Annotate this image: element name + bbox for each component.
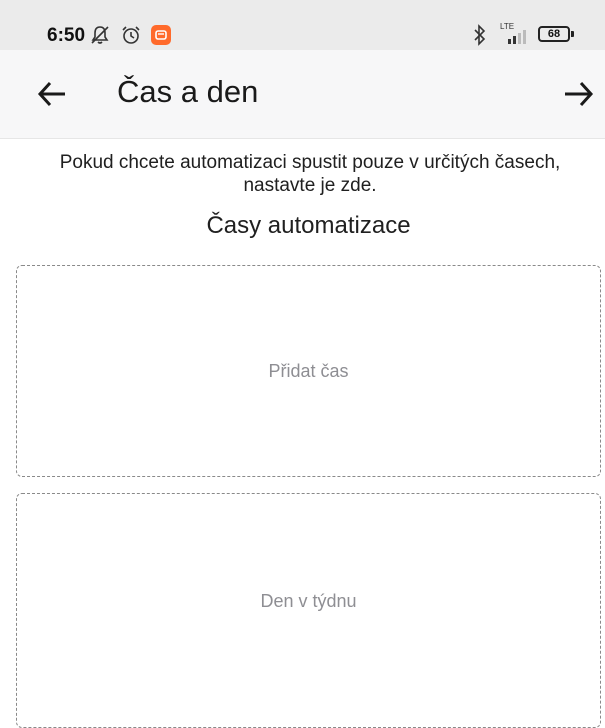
notification-app-icon — [151, 25, 171, 45]
weekday-label: Den v týdnu — [260, 591, 357, 611]
description-text: Pokud chcete automatizaci spustit pouze … — [59, 152, 561, 196]
arrow-right-icon — [565, 81, 594, 107]
status-bar: 6:50 LTE 68 — [0, 0, 605, 50]
status-time: 6:50 — [47, 25, 86, 46]
section-title: Časy automatizace — [206, 212, 411, 239]
signal-icon — [508, 30, 526, 44]
page-title: Čas a den — [117, 74, 259, 109]
alarm-icon — [122, 26, 140, 44]
add-time-label: Přidat čas — [268, 360, 349, 381]
app-bar: Čas a den — [0, 50, 605, 139]
silent-icon — [91, 26, 109, 44]
add-time-button[interactable]: Přidat čas — [16, 265, 601, 477]
weekday-button[interactable]: Den v týdnu — [16, 493, 601, 728]
next-button[interactable] — [561, 76, 597, 112]
bluetooth-icon — [474, 24, 486, 46]
battery-tip — [571, 31, 574, 37]
back-button[interactable] — [34, 76, 70, 112]
arrow-left-icon — [37, 81, 65, 107]
battery-level: 68 — [547, 28, 561, 40]
battery-icon: 68 — [538, 26, 570, 42]
